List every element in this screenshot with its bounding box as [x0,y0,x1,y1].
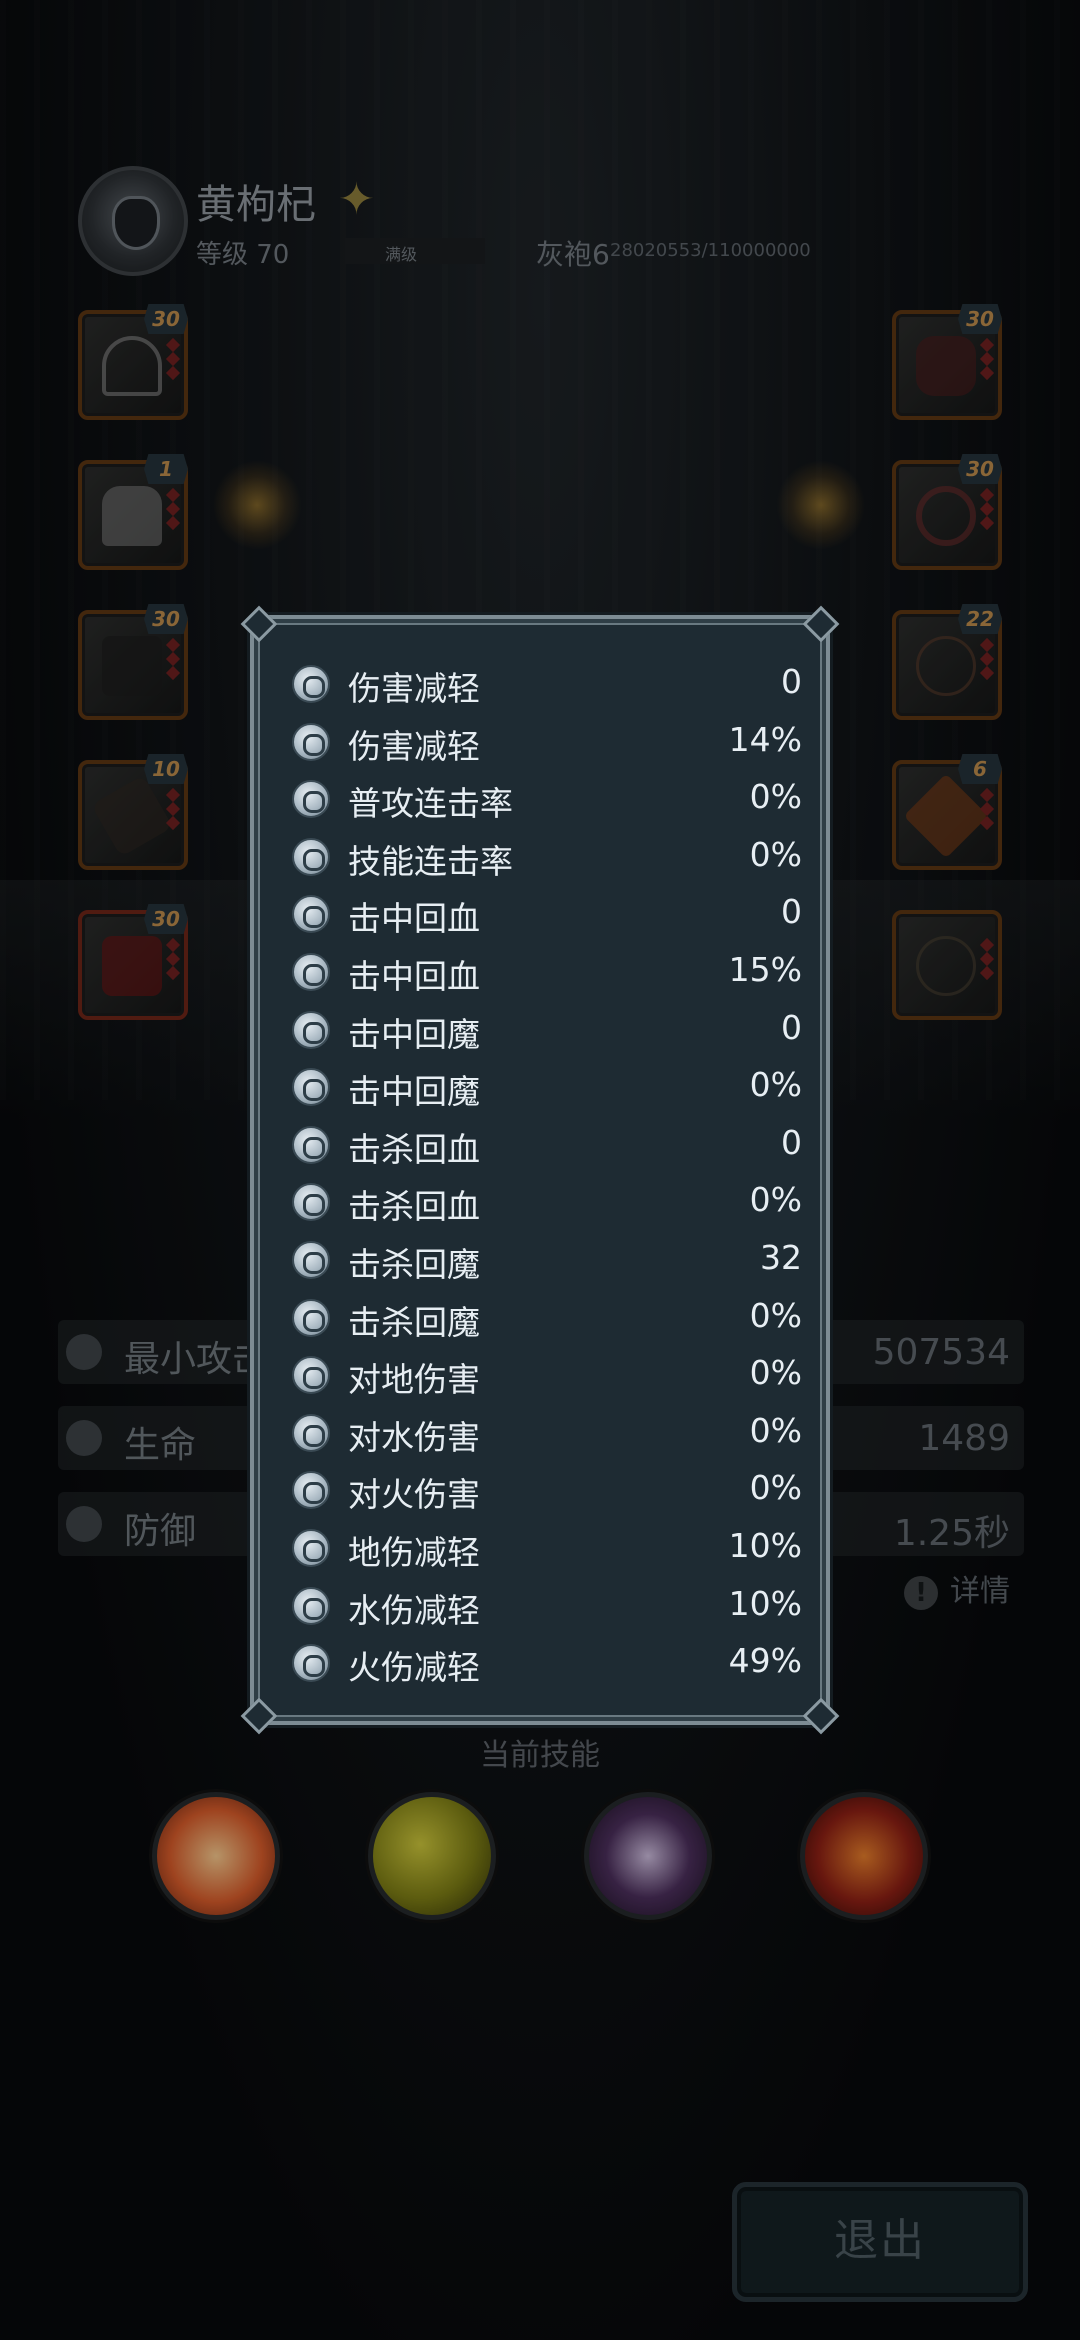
attribute-value: 0% [749,1353,802,1393]
attribute-row: 对地伤害 0% [282,1346,802,1404]
combo-icon [292,780,330,819]
attribute-value: 0 [781,1122,802,1162]
attribute-row: 击中回魔 0% [282,1058,802,1116]
attribute-row: 地伤减轻 10% [282,1519,802,1577]
attribute-label: 地伤减轻 [348,1532,480,1572]
earth-icon [292,1356,330,1395]
attribute-label: 击中回魔 [348,1014,480,1054]
attribute-value: 0 [781,892,802,932]
attribute-row: 对水伤害 0% [282,1404,802,1462]
hit-heal-icon [292,952,330,991]
attribute-row: 普攻连击率 0% [282,770,802,828]
attribute-row: 击杀回魔 0% [282,1289,802,1347]
attribute-value: 15% [728,949,802,989]
water-resist-icon [292,1586,330,1625]
attribute-label: 击杀回血 [348,1129,480,1169]
attribute-label: 对火伤害 [348,1475,480,1515]
attribute-value: 0% [749,1410,802,1450]
attribute-row: 伤害减轻 0 [282,655,802,713]
kill-heal-icon [292,1183,330,1222]
attribute-value: 10% [728,1525,802,1565]
hit-mana-icon [292,1068,330,1107]
attribute-detail-panel: 伤害减轻 0 伤害减轻 14% 普攻连击率 0% 技能连击率 0% 击中回血 0 击中回血… [240,605,840,1735]
attribute-label: 伤害减轻 [348,669,480,708]
kill-mana-icon [292,1240,330,1279]
attribute-row: 击中回魔 0 [282,1001,802,1059]
attribute-row: 技能连击率 0% [282,828,802,886]
attribute-row: 击杀回血 0% [282,1173,802,1231]
armor-reduce-icon [292,665,330,703]
attribute-label: 对水伤害 [348,1417,480,1457]
attribute-row: 对火伤害 0% [282,1461,802,1519]
attribute-value: 49% [728,1641,802,1681]
attribute-value: 0% [749,834,802,874]
attribute-label: 击杀回血 [348,1187,480,1227]
kill-mana-icon [292,1298,330,1337]
attribute-row: 击中回血 15% [282,943,802,1001]
skill-combo-icon [292,837,330,876]
armor-reduce-icon [292,722,330,761]
attribute-row: 击杀回魔 32 [282,1231,802,1289]
attribute-value: 0% [749,1065,802,1105]
attribute-value: 10% [728,1583,802,1623]
attribute-label: 普攻连击率 [348,784,513,824]
water-icon [292,1413,330,1452]
attribute-label: 击杀回魔 [348,1244,480,1284]
attribute-label: 伤害减轻 [348,726,480,766]
attribute-label: 击杀回魔 [348,1302,480,1342]
earth-resist-icon [292,1528,330,1567]
attribute-value: 0 [781,662,802,701]
attribute-list: 伤害减轻 0 伤害减轻 14% 普攻连击率 0% 技能连击率 0% 击中回血 0 击中回血… [282,655,802,1692]
hit-mana-icon [292,1010,330,1049]
attribute-label: 击中回血 [348,899,480,939]
attribute-label: 火伤减轻 [348,1648,480,1688]
attribute-label: 对地伤害 [348,1360,480,1400]
hit-heal-icon [292,895,330,934]
attribute-value: 0 [781,1007,802,1047]
attribute-row: 火伤减轻 49% [282,1634,802,1692]
attribute-row: 伤害减轻 14% [282,713,802,771]
attribute-value: 32 [760,1237,802,1277]
attribute-value: 0% [749,1180,802,1220]
attribute-row: 击杀回血 0 [282,1116,802,1174]
fire-icon [292,1471,330,1510]
attribute-value: 0% [749,1468,802,1508]
attribute-value: 14% [728,719,802,759]
attribute-label: 技能连击率 [348,841,513,881]
attribute-label: 击中回血 [348,956,480,996]
attribute-value: 0% [749,777,802,817]
kill-heal-icon [292,1125,330,1164]
attribute-row: 击中回血 0 [282,885,802,943]
attribute-value: 0% [749,1295,802,1335]
attribute-label: 水伤减轻 [348,1590,480,1630]
attribute-label: 击中回魔 [348,1072,480,1112]
fire-resist-icon [292,1644,330,1683]
attribute-row: 水伤减轻 10% [282,1577,802,1635]
